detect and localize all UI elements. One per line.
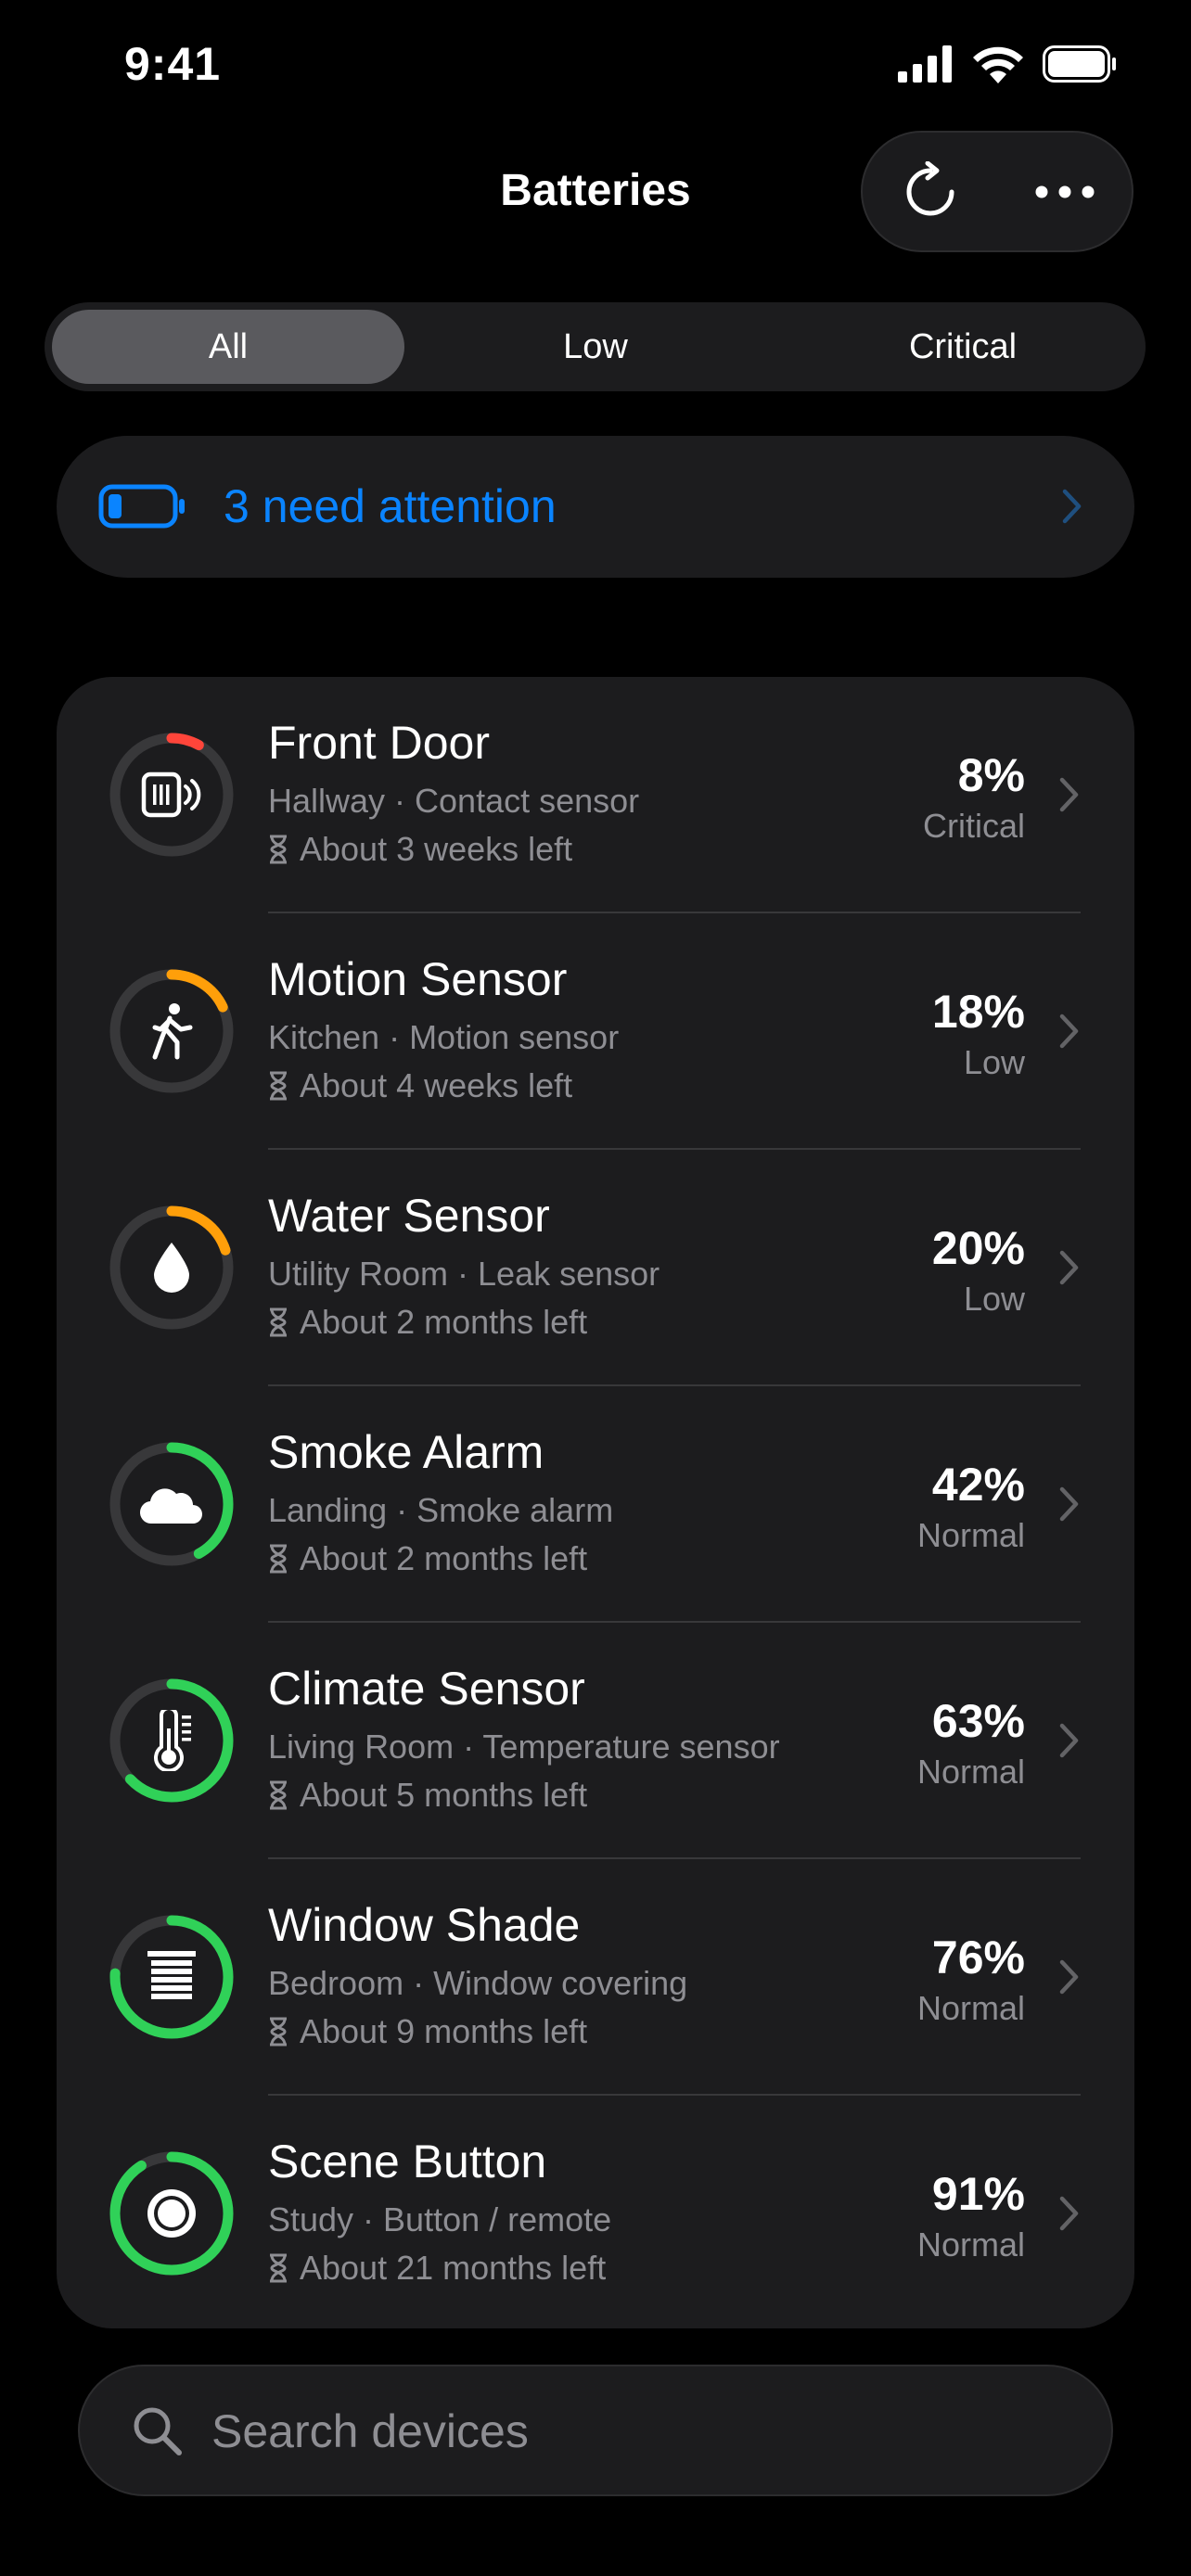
battery-status: Low (963, 1043, 1025, 1081)
window-shade-icon (108, 1913, 236, 2041)
refresh-icon (906, 160, 954, 215)
device-row[interactable]: Water Sensor Utility Room · Leak sensor … (57, 1150, 1134, 1386)
device-row[interactable]: Window Shade Bedroom · Window covering A… (57, 1859, 1134, 2096)
chevron-right-icon (1059, 1723, 1079, 1758)
device-row[interactable]: Motion Sensor Kitchen · Motion sensor Ab… (57, 913, 1134, 1150)
time-left: About 5 months left (300, 1776, 588, 1814)
scene-button-icon (108, 2149, 236, 2277)
search-input[interactable] (210, 2366, 1048, 2496)
battery-status: Normal (916, 1989, 1025, 2027)
battery-status: Low (963, 1280, 1025, 1318)
device-name: Water Sensor (268, 1190, 550, 1242)
chevron-right-icon (1059, 777, 1079, 812)
device-name: Window Shade (268, 1899, 581, 1951)
time-left: About 4 weeks left (300, 1066, 573, 1104)
contact-sensor-icon (108, 731, 236, 859)
device-row[interactable]: Smoke Alarm Landing · Smoke alarm About … (57, 1386, 1134, 1623)
time-left: About 9 months left (300, 2012, 588, 2050)
device-name: Front Door (268, 717, 490, 769)
chevron-right-icon (1059, 1486, 1079, 1522)
hourglass-icon (270, 1071, 287, 1101)
chevron-right-icon (1062, 489, 1082, 524)
battery-percent: 76% (931, 1932, 1025, 1983)
segment-low[interactable]: Low (456, 302, 735, 391)
battery-percent: 18% (931, 986, 1025, 1038)
battery-percent: 42% (931, 1459, 1025, 1511)
low-battery-icon (98, 484, 185, 529)
header-actions (861, 131, 1133, 252)
refresh-button[interactable] (863, 133, 997, 250)
battery-percent: 20% (931, 1222, 1025, 1274)
battery-percent: 63% (931, 1695, 1025, 1747)
device-subtitle: Hallway · Contact sensor (268, 782, 640, 820)
hourglass-icon (270, 1307, 287, 1337)
battery-status-icon (1043, 45, 1116, 83)
time-left: About 21 months left (300, 2249, 607, 2287)
battery-status: Normal (916, 1753, 1025, 1791)
hourglass-icon (270, 2017, 287, 2047)
device-subtitle: Utility Room · Leak sensor (268, 1255, 660, 1293)
device-subtitle: Kitchen · Motion sensor (268, 1018, 620, 1056)
ellipsis-icon (1035, 185, 1094, 198)
device-name: Climate Sensor (268, 1663, 585, 1715)
attention-text: 3 need attention (224, 480, 557, 532)
chevron-right-icon (1059, 1959, 1079, 1995)
hourglass-icon (270, 2253, 287, 2283)
time-left: About 2 months left (300, 1303, 588, 1341)
chevron-right-icon (1059, 1250, 1079, 1285)
walking-person-icon (108, 967, 236, 1095)
device-subtitle: Bedroom · Window covering (268, 1964, 688, 2002)
battery-status: Normal (916, 2225, 1025, 2264)
device-list: Front Door Hallway · Contact sensor Abou… (57, 677, 1134, 2328)
device-name: Smoke Alarm (268, 1426, 544, 1478)
status-time: 9:41 (124, 38, 222, 90)
water-drop-icon (108, 1204, 236, 1332)
device-name: Motion Sensor (268, 953, 568, 1005)
device-subtitle: Living Room · Temperature sensor (268, 1728, 780, 1766)
time-left: About 3 weeks left (300, 830, 573, 868)
wifi-icon (973, 46, 1023, 83)
time-left: About 2 months left (300, 1539, 588, 1577)
hourglass-icon (270, 1780, 287, 1810)
thermometer-icon (108, 1677, 236, 1804)
device-row[interactable]: Scene Button Study · Button / remote Abo… (57, 2096, 1134, 2328)
more-button[interactable] (997, 133, 1132, 250)
battery-status: Critical (922, 807, 1025, 845)
search-bar[interactable] (78, 2365, 1113, 2496)
status-icons (898, 45, 1117, 83)
chevron-right-icon (1059, 1014, 1079, 1049)
attention-banner[interactable]: 3 need attention (57, 436, 1134, 578)
chevron-right-icon (1059, 2196, 1079, 2231)
battery-percent: 8% (957, 749, 1025, 801)
device-name: Scene Button (268, 2136, 547, 2187)
search-icon (134, 2407, 182, 2455)
device-subtitle: Study · Button / remote (268, 2200, 612, 2238)
battery-percent: 91% (931, 2168, 1025, 2220)
hourglass-icon (270, 835, 287, 864)
smoke-cloud-icon (108, 1440, 236, 1568)
hourglass-icon (270, 1544, 287, 1574)
segment-critical[interactable]: Critical (824, 302, 1102, 391)
filter-segmented-control: All Low Critical (45, 302, 1146, 391)
device-row[interactable]: Front Door Hallway · Contact sensor Abou… (57, 677, 1134, 913)
device-row[interactable]: Climate Sensor Living Room · Temperature… (57, 1623, 1134, 1859)
signal-icon (898, 45, 952, 83)
segment-all[interactable]: All (89, 302, 367, 391)
device-subtitle: Landing · Smoke alarm (268, 1491, 614, 1529)
battery-status: Normal (916, 1516, 1025, 1554)
